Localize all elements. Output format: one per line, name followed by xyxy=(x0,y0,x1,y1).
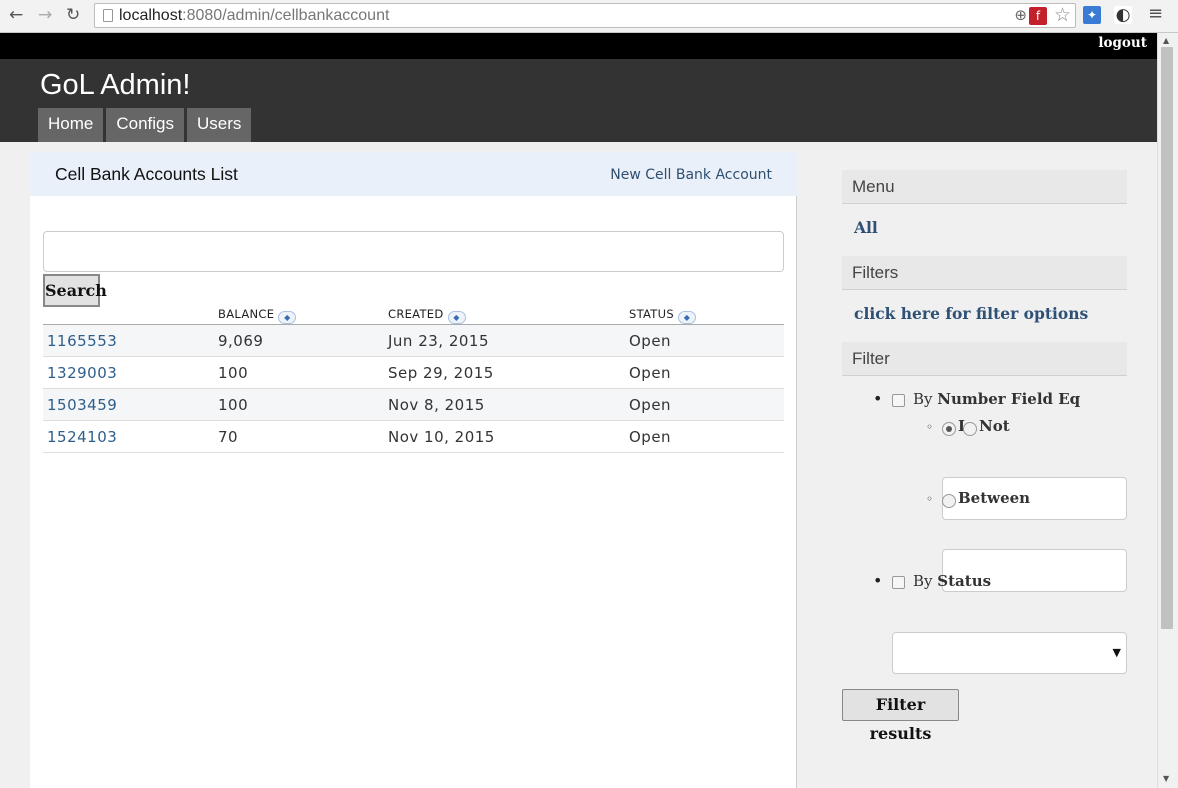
status-filter-label: By Status xyxy=(913,572,992,590)
menu-all-link[interactable]: All xyxy=(854,218,878,237)
number-filter-label: By Number Field Eq xyxy=(913,390,1081,408)
page-title: Cell Bank Accounts List xyxy=(55,164,238,184)
scrollbar-thumb[interactable] xyxy=(1161,47,1173,629)
main-nav: Home Configs Users xyxy=(38,108,254,142)
account-id-link[interactable]: 1524103 xyxy=(47,428,117,446)
nav-users[interactable]: Users xyxy=(187,108,252,142)
created-cell: Jun 23, 2015 xyxy=(388,332,490,350)
chrome-menu-icon[interactable]: ≡ xyxy=(1148,5,1163,23)
table-row: 1165553 9,069 Jun 23, 2015 Open xyxy=(43,325,784,357)
filter-options-link[interactable]: click here for filter options xyxy=(854,304,1088,323)
address-bar[interactable]: localhost:8080/admin/cellbankaccount ⊕ f… xyxy=(94,3,1076,28)
table-row: 1329003 100 Sep 29, 2015 Open xyxy=(43,357,784,389)
balance-cell: 70 xyxy=(218,428,239,446)
radio-between-label: Between xyxy=(958,489,1031,507)
new-account-link[interactable]: New Cell Bank Account xyxy=(610,167,772,183)
menu-heading: Menu xyxy=(842,170,1127,204)
url-host: localhost xyxy=(119,7,183,24)
app-title: GoL Admin! xyxy=(40,69,191,101)
nav-home[interactable]: Home xyxy=(38,108,104,142)
radio-not[interactable] xyxy=(963,422,977,436)
search-button[interactable]: Search xyxy=(43,274,107,307)
logout-link[interactable]: logout xyxy=(1098,35,1147,51)
circle-bullet-icon: ◦ xyxy=(926,420,934,434)
url-path: :8080/admin/cellbankaccount xyxy=(182,7,390,24)
account-id-link[interactable]: 1165553 xyxy=(47,332,117,350)
status-cell: Open xyxy=(629,428,672,446)
top-bar: logout xyxy=(0,33,1157,59)
account-id-link[interactable]: 1329003 xyxy=(47,364,117,382)
browser-toolbar: ← → ↻ localhost:8080/admin/cellbankaccou… xyxy=(0,0,1178,33)
created-cell: Nov 8, 2015 xyxy=(388,396,485,414)
table-row: 1524103 70 Nov 10, 2015 Open xyxy=(43,421,784,453)
radio-not-label: Not xyxy=(979,417,1010,435)
balance-cell: 9,069 xyxy=(218,332,264,350)
balance-cell: 100 xyxy=(218,364,249,382)
zoom-icon[interactable]: ⊕ xyxy=(1014,6,1027,24)
status-select[interactable]: ▼ xyxy=(892,632,1127,674)
status-filter-checkbox[interactable] xyxy=(892,576,905,589)
bookmark-star-icon[interactable]: ☆ xyxy=(1054,4,1071,26)
bullet-icon: • xyxy=(873,389,883,408)
filter-results-button[interactable]: Filter results xyxy=(842,689,959,743)
contrast-extension-icon[interactable]: ◐ xyxy=(1114,6,1132,24)
forward-icon[interactable]: → xyxy=(38,6,52,24)
scroll-up-icon[interactable]: ▲ xyxy=(1163,36,1169,45)
column-header-status[interactable]: STATUS ◆ xyxy=(629,307,696,324)
created-cell: Sep 29, 2015 xyxy=(388,364,494,382)
site-header: GoL Admin! Home Configs Users xyxy=(0,59,1157,142)
column-header-created[interactable]: CREATED ◆ xyxy=(388,307,466,324)
sort-icon[interactable]: ◆ xyxy=(677,311,696,324)
page-scrollbar[interactable]: ▲ ▼ xyxy=(1157,33,1178,788)
nav-configs[interactable]: Configs xyxy=(106,108,184,142)
column-header-balance[interactable]: BALANCE ◆ xyxy=(218,307,297,324)
number-filter-checkbox[interactable] xyxy=(892,394,905,407)
dropdown-arrow-icon: ▼ xyxy=(1112,646,1121,659)
extension-icon[interactable]: ✦ xyxy=(1083,6,1101,24)
radio-between[interactable] xyxy=(942,494,956,508)
radio-i[interactable] xyxy=(942,422,956,436)
account-id-link[interactable]: 1503459 xyxy=(47,396,117,414)
sort-icon[interactable]: ◆ xyxy=(278,311,297,324)
balance-cell: 100 xyxy=(218,396,249,414)
back-icon[interactable]: ← xyxy=(9,6,23,24)
status-cell: Open xyxy=(629,332,672,350)
bullet-icon: • xyxy=(873,571,883,590)
page-icon xyxy=(103,9,113,22)
scroll-down-icon[interactable]: ▼ xyxy=(1163,774,1169,783)
table-row: 1503459 100 Nov 8, 2015 Open xyxy=(43,389,784,421)
filter-heading: Filter xyxy=(842,342,1127,376)
page-viewport: logout GoL Admin! Home Configs Users Cel… xyxy=(0,33,1157,788)
created-cell: Nov 10, 2015 xyxy=(388,428,495,446)
search-input[interactable] xyxy=(43,231,784,272)
status-cell: Open xyxy=(629,396,672,414)
reload-icon[interactable]: ↻ xyxy=(66,6,80,24)
circle-bullet-icon: ◦ xyxy=(926,492,934,506)
flash-icon[interactable]: f xyxy=(1029,7,1047,25)
status-cell: Open xyxy=(629,364,672,382)
content-panel: Cell Bank Accounts List New Cell Bank Ac… xyxy=(30,152,797,788)
list-header: Cell Bank Accounts List New Cell Bank Ac… xyxy=(30,152,797,196)
filters-heading: Filters xyxy=(842,256,1127,290)
sort-icon[interactable]: ◆ xyxy=(447,311,466,324)
